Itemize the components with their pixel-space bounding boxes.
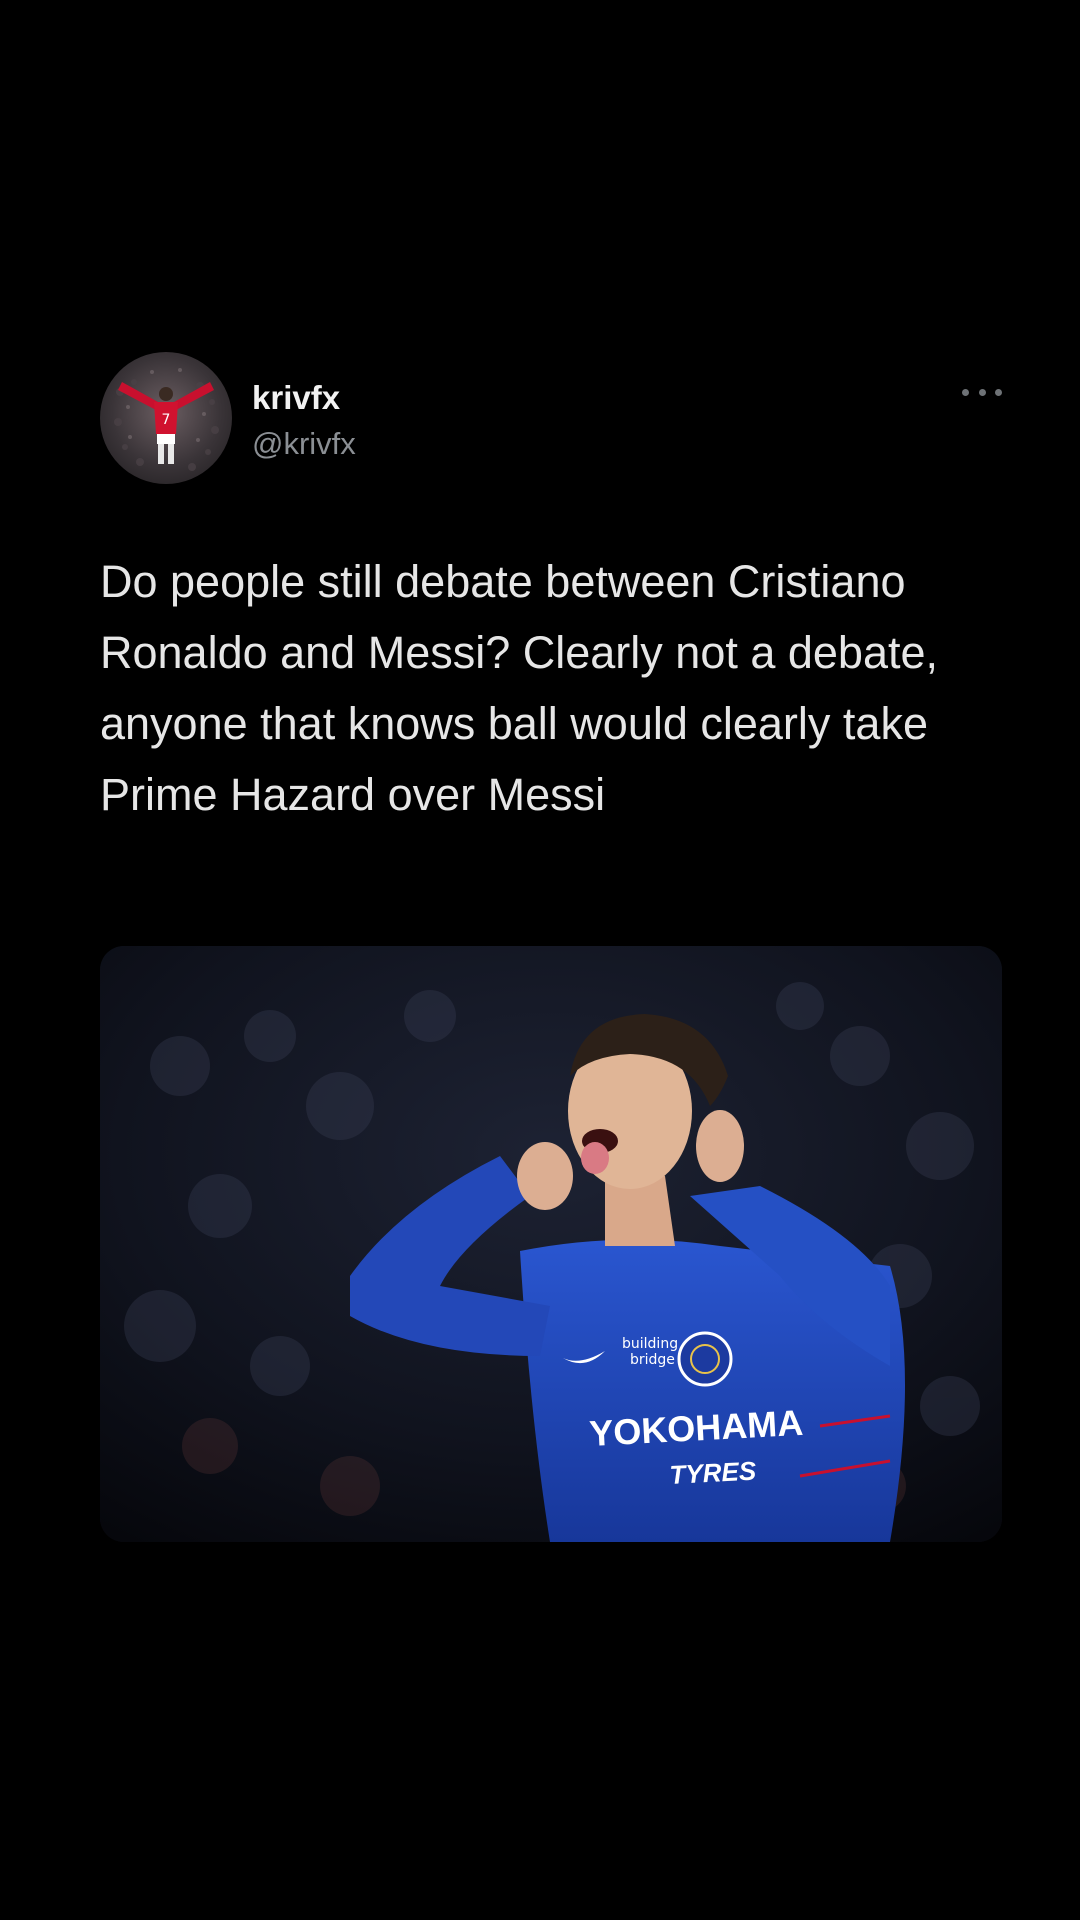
sleeve-text-line2: bridge (630, 1352, 675, 1368)
display-name[interactable]: krivfx (252, 378, 356, 418)
avatar[interactable]: 7 (100, 352, 232, 484)
avatar-image: 7 (114, 368, 219, 471)
user-names: krivfx @krivfx (252, 378, 356, 464)
tweet-card: 7 krivfx @krivfx Do people still debate … (100, 352, 1002, 1542)
tweet-text: Do people still debate between Cristiano… (100, 556, 939, 820)
sleeve-text-line1: building (622, 1336, 678, 1352)
more-horizontal-icon[interactable] (962, 382, 1002, 402)
sponsor-text-line2: TYRES (669, 1455, 758, 1490)
user-handle[interactable]: @krivfx (252, 424, 356, 464)
avatar-jersey-number: 7 (162, 412, 171, 428)
player-celebration-photo: building bridge YOKOHAMA TYRES (100, 946, 1002, 1542)
tweet-media-image[interactable]: building bridge YOKOHAMA TYRES (100, 946, 1002, 1542)
tweet-header: 7 krivfx @krivfx (100, 352, 1002, 486)
